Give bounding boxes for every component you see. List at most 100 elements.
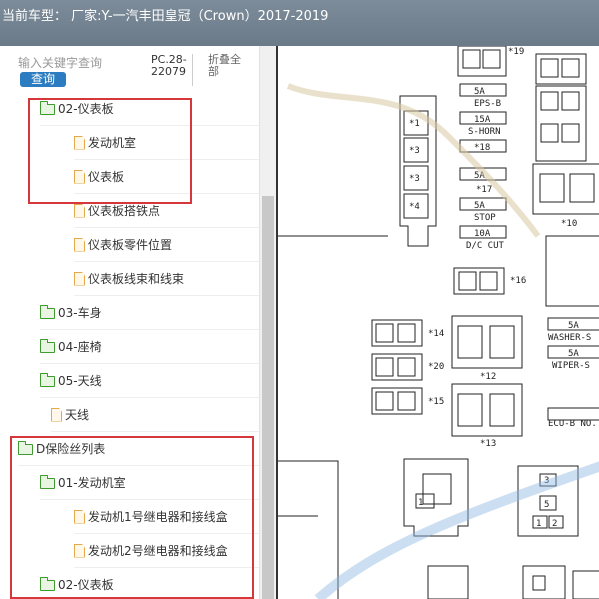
relay-outline	[572, 570, 599, 599]
terminal-box	[561, 123, 580, 143]
relay-outline	[427, 565, 469, 599]
label-s19: *19	[508, 47, 524, 57]
terminal-box	[489, 393, 515, 427]
tree-node-label: 天线	[65, 408, 90, 422]
terminal-box	[457, 325, 483, 359]
terminal-box	[532, 575, 546, 591]
tree-item-engine-room[interactable]: 发动机室	[74, 126, 259, 160]
tree-item-dashboard-ground[interactable]: 仪表板搭铁点	[74, 194, 259, 228]
file-icon	[74, 509, 85, 524]
tree-item-dashboard-parts[interactable]: 仪表板零件位置	[74, 228, 259, 262]
label-s3: *3	[409, 146, 420, 156]
tree-folder-seat[interactable]: 04-座椅	[40, 330, 259, 364]
terminal-box	[462, 49, 481, 69]
search-row: 查询 PC.28-22079 折叠全部	[0, 46, 276, 92]
fuse-15a: 15A	[474, 115, 491, 125]
pc-code: PC.28-22079	[151, 54, 193, 86]
terminal-box	[539, 173, 565, 203]
fuse-ecu: ECU-B NO.	[548, 419, 597, 429]
terminal-box	[569, 173, 595, 203]
tree-node-label: 04-座椅	[58, 340, 102, 354]
folder-open-icon	[40, 475, 55, 489]
file-icon	[74, 135, 85, 150]
fuse-5a4: 5A	[568, 321, 579, 331]
tree-folder-dashboard[interactable]: 02-仪表板	[40, 92, 259, 126]
tree-node-label: 02-仪表板	[58, 102, 114, 116]
fuse-wiper: WIPER-S	[552, 361, 590, 371]
tree-node-label: 仪表板搭铁点	[88, 204, 161, 218]
fuse-washer: WASHER-S	[548, 333, 591, 343]
tree-folder-dashboard-2[interactable]: 02-仪表板	[40, 568, 259, 599]
tree-node-label: D保险丝列表	[36, 442, 106, 456]
folder-open-icon	[40, 101, 55, 115]
label-s16: *16	[510, 276, 526, 286]
tree-item-dashboard[interactable]: 仪表板	[74, 160, 259, 194]
terminal-box	[397, 323, 416, 343]
search-input[interactable]	[18, 54, 142, 72]
fuse-s17: *17	[476, 185, 492, 195]
terminal-box	[458, 271, 477, 291]
terminal-box	[482, 49, 501, 69]
terminal-box	[561, 91, 580, 111]
fuse-dccut: D/C CUT	[466, 241, 505, 251]
fuse-shorn: S-HORN	[468, 127, 501, 137]
fuse-box-diagram: *19 *1 *3 *3 *4 5A EPS-B 15A S-HORN *18 …	[278, 46, 599, 599]
fuse-10a: 10A	[474, 229, 491, 239]
file-icon	[74, 203, 85, 218]
tree-node-label: 仪表板零件位置	[88, 238, 173, 252]
vehicle-title: 当前车型： 厂家:Y-一汽丰田皇冠（Crown）2017-2019	[2, 9, 329, 24]
label-s15: *15	[428, 397, 444, 407]
terminal-box	[397, 357, 416, 377]
terminal-box	[540, 58, 559, 78]
tree-node-label: 发动机2号继电器和接线盒	[88, 544, 228, 558]
label-s4: *4	[409, 202, 420, 212]
folder-open-icon	[40, 373, 55, 387]
fuse-5a3: 5A	[474, 201, 485, 211]
terminal-box	[540, 123, 559, 143]
tree-item-engine-relay-1[interactable]: 发动机1号继电器和接线盒	[74, 500, 259, 534]
tree-folder-engine-room[interactable]: 01-发动机室	[40, 466, 259, 500]
pin-1: 1	[418, 498, 423, 508]
tree-item-engine-relay-2[interactable]: 发动机2号继电器和接线盒	[74, 534, 259, 568]
tree-node-label: 发动机1号继电器和接线盒	[88, 510, 228, 524]
collapse-all-button[interactable]: 折叠全部	[208, 54, 250, 78]
label-s20: *20	[428, 362, 444, 372]
terminal-box	[540, 91, 559, 111]
wiring-diagram-viewer[interactable]: *19 *1 *3 *3 *4 5A EPS-B 15A S-HORN *18 …	[276, 46, 599, 599]
pin-1b: 1	[536, 519, 541, 529]
scrollbar-thumb[interactable]	[262, 196, 274, 599]
tree-folder-body[interactable]: 03-车身	[40, 296, 259, 330]
terminal-box	[375, 391, 394, 411]
terminal-box	[422, 473, 452, 505]
file-icon	[74, 237, 85, 252]
terminal-box	[375, 357, 394, 377]
navigation-panel: 查询 PC.28-22079 折叠全部 02-仪表板 发动机室 仪表板 仪表板搭…	[0, 46, 276, 599]
folder-open-icon	[18, 441, 33, 455]
label-s14: *14	[428, 329, 444, 339]
pin-2: 2	[552, 519, 557, 529]
tree-scrollbar[interactable]	[259, 46, 276, 599]
search-button[interactable]: 查询	[20, 72, 66, 87]
terminal-box	[479, 271, 498, 291]
tree-item-dashboard-harness[interactable]: 仪表板线束和线束	[74, 262, 259, 296]
tree-node-label: 仪表板	[88, 170, 125, 184]
terminal-box	[375, 323, 394, 343]
folder-open-icon	[40, 305, 55, 319]
tree-item-antenna[interactable]: 天线	[51, 398, 259, 432]
relay-outline	[522, 565, 566, 599]
terminal-box	[397, 391, 416, 411]
folder-open-icon	[40, 339, 55, 353]
title-bar: 当前车型： 厂家:Y-一汽丰田皇冠（Crown）2017-2019	[0, 0, 599, 46]
fuse-5a5: 5A	[568, 349, 579, 359]
tree-node-label: 01-发动机室	[58, 476, 126, 490]
folder-open-icon	[40, 577, 55, 591]
label-s3b: *3	[409, 174, 420, 184]
file-icon	[74, 543, 85, 558]
tree-folder-fuse-list[interactable]: D保险丝列表	[18, 432, 259, 466]
relay-outline	[451, 383, 523, 437]
tree-node-label: 03-车身	[58, 306, 102, 320]
label-s10: *10	[561, 219, 577, 229]
relay-outline	[451, 315, 523, 369]
tree-folder-antenna[interactable]: 05-天线	[40, 364, 259, 398]
file-icon	[74, 169, 85, 184]
